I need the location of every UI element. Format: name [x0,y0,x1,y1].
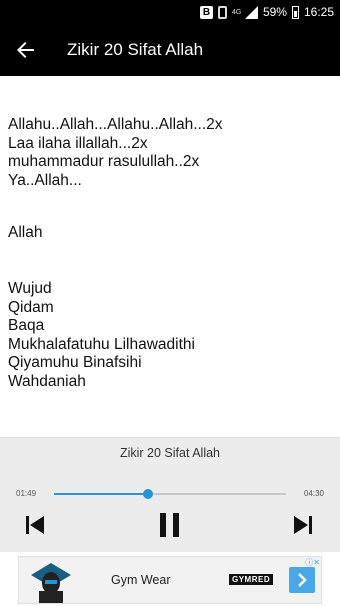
back-button[interactable] [8,32,44,68]
lyric-line: Ya..Allah... [8,171,82,189]
signal-icon [244,5,258,19]
lyric-line: Allahu..Allah...Allahu..Allah...2x [8,116,223,133]
ad-title: Gym Wear [111,573,171,587]
app-bar: Zikir 20 Sifat Allah [0,24,340,76]
skip-previous-icon [26,516,44,534]
seek-thumb[interactable] [142,489,153,499]
lyric-line: Qidam [8,298,54,316]
seek-bar[interactable] [54,489,286,499]
b-icon: B [199,5,213,19]
lyrics-content[interactable]: Allahu..Allah...Allahu..Allah...2x Laa i… [0,76,340,437]
lyric-line: Allah [8,224,43,242]
page-title: Zikir 20 Sifat Allah [67,40,204,59]
clock: 16:25 [303,5,334,19]
seek-progress [54,493,148,495]
lyric-line: muhammadur rasulullah..2x [8,153,200,171]
current-time: 01:49 [16,489,37,498]
vibrate-icon [217,5,227,19]
lyric-line: Baqa [8,317,45,335]
status-bar: B 4G 59% 16:25 [0,0,340,24]
ad-brand-logo: GYMRED [229,574,274,585]
ad-image [27,561,75,603]
battery-icon [291,5,299,19]
lyric-line: Mukhalafatuhu Lilhawadithi [8,335,195,353]
previous-button[interactable] [22,512,48,538]
pause-button[interactable] [155,510,185,540]
pause-icon [160,513,179,537]
next-button[interactable] [290,512,316,538]
lyric-line: Qiyamuhu Binafsihi [8,354,142,372]
lyric-line: Wahdaniah [8,372,86,390]
duration: 04:30 [303,489,324,498]
lyric-line: Laa ilaha illallah...2x [8,134,148,152]
chevron-right-icon [298,573,307,587]
skip-next-icon [294,516,312,534]
ad-banner: Gym Wear GYMRED ⓘ✕ [0,552,340,606]
ad-link[interactable]: Gym Wear GYMRED ⓘ✕ [18,556,322,604]
arrow-left-icon [17,42,34,58]
audio-player: Zikir 20 Sifat Allah 01:49 04:30 [0,437,340,552]
ad-arrow-button[interactable] [289,567,315,593]
battery-percent: 59% [262,5,287,19]
track-title: Zikir 20 Sifat Allah [119,446,221,460]
lyric-line: Wujud [8,279,52,297]
network-type: 4G [231,8,242,16]
